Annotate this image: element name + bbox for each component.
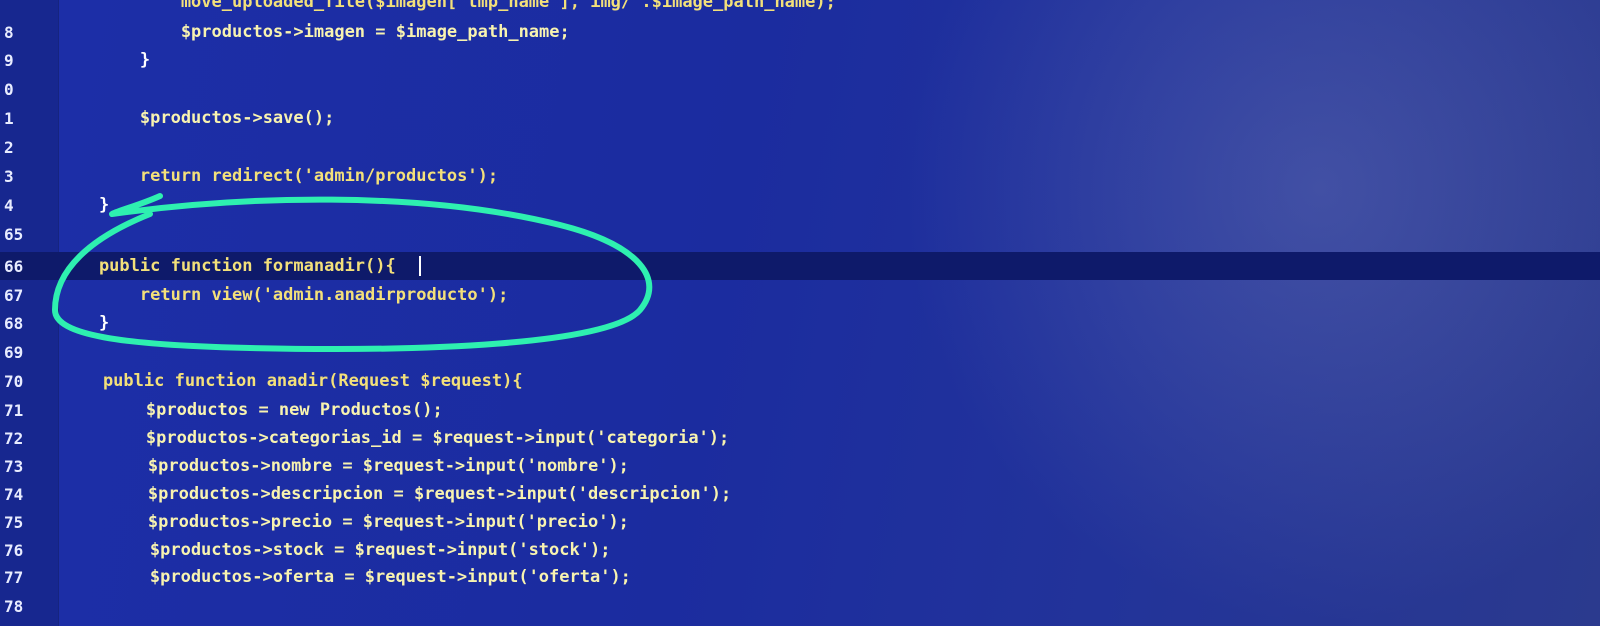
code-line[interactable]: 4 } bbox=[0, 191, 1600, 219]
line-code: } bbox=[58, 195, 110, 215]
line-code: $productos->oferta = $request->input('of… bbox=[68, 567, 631, 587]
code-line[interactable]: 75 $productos->precio = $request->input(… bbox=[0, 508, 1600, 536]
line-number: 70 bbox=[4, 371, 24, 391]
line-number: 77 bbox=[4, 567, 24, 587]
code-line[interactable]: 78 bbox=[0, 592, 1600, 620]
line-number: 9 bbox=[4, 50, 14, 70]
line-code: $productos->nombre = $request->input('no… bbox=[66, 456, 629, 476]
line-number: 78 bbox=[4, 596, 24, 616]
code-line[interactable]: 1 $productos->save(); bbox=[0, 104, 1600, 132]
line-number: 1 bbox=[4, 108, 14, 128]
line-number: 0 bbox=[4, 79, 14, 99]
line-number: 65 bbox=[4, 224, 24, 244]
code-line[interactable]: 3 return redirect('admin/productos'); bbox=[0, 162, 1600, 190]
text-cursor bbox=[419, 256, 421, 276]
line-code: $productos->save(); bbox=[58, 108, 335, 128]
line-number: 4 bbox=[4, 195, 14, 215]
code-line[interactable]: 65 bbox=[0, 220, 1600, 248]
line-code: $productos->stock = $request->input('sto… bbox=[68, 540, 611, 560]
code-line[interactable]: 68 } bbox=[0, 309, 1600, 337]
line-code: $productos->imagen = $image_path_name; bbox=[58, 22, 570, 42]
line-number: 2 bbox=[4, 137, 14, 157]
code-line[interactable]: 77 $productos->oferta = $request->input(… bbox=[0, 563, 1600, 591]
line-number: 71 bbox=[4, 400, 24, 420]
code-editor[interactable]: move_uploaded_file($imagen['tmp_name'],'… bbox=[0, 0, 1600, 626]
code-line[interactable]: 67 return view('admin.anadirproducto'); bbox=[0, 281, 1600, 309]
line-code: $productos->categorias_id = $request->in… bbox=[64, 428, 730, 448]
line-code: public function formanadir(){ bbox=[58, 256, 396, 276]
code-line[interactable]: 71 $productos = new Productos(); bbox=[0, 396, 1600, 424]
line-number: 74 bbox=[4, 484, 24, 504]
code-line[interactable]: 72 $productos->categorias_id = $request-… bbox=[0, 424, 1600, 452]
line-number: 72 bbox=[4, 428, 24, 448]
line-number: 75 bbox=[4, 512, 24, 532]
line-number: 68 bbox=[4, 313, 24, 333]
line-code: } bbox=[58, 50, 151, 70]
code-line[interactable]: 8 $productos->imagen = $image_path_name; bbox=[0, 18, 1600, 46]
line-number: 8 bbox=[4, 22, 14, 42]
code-line[interactable]: 74 $productos->descripcion = $request->i… bbox=[0, 480, 1600, 508]
line-number: 69 bbox=[4, 342, 24, 362]
line-number: 66 bbox=[4, 256, 24, 276]
code-line[interactable]: 2 bbox=[0, 133, 1600, 161]
code-line-current[interactable]: 66 public function formanadir(){ bbox=[0, 252, 1600, 280]
code-line[interactable]: 69 bbox=[0, 338, 1600, 366]
line-code: $productos->descripcion = $request->inpu… bbox=[66, 484, 732, 504]
line-code: $productos->precio = $request->input('pr… bbox=[66, 512, 629, 532]
code-line[interactable]: move_uploaded_file($imagen['tmp_name'],'… bbox=[0, 0, 1600, 16]
line-number: 73 bbox=[4, 456, 24, 476]
line-code: } bbox=[58, 313, 110, 333]
line-code: return redirect('admin/productos'); bbox=[58, 166, 499, 186]
line-code: $productos = new Productos(); bbox=[64, 400, 443, 420]
line-code: return view('admin.anadirproducto'); bbox=[58, 285, 509, 305]
line-code: move_uploaded_file($imagen['tmp_name'],'… bbox=[58, 0, 836, 12]
line-number: 76 bbox=[4, 540, 24, 560]
line-number: 3 bbox=[4, 166, 14, 186]
line-number: 67 bbox=[4, 285, 24, 305]
code-line[interactable]: 70 public function anadir(Request $reque… bbox=[0, 367, 1600, 395]
code-line[interactable]: 73 $productos->nombre = $request->input(… bbox=[0, 452, 1600, 480]
line-code: public function anadir(Request $request)… bbox=[62, 371, 523, 391]
code-line[interactable]: 9 } bbox=[0, 46, 1600, 74]
code-line[interactable]: 0 bbox=[0, 75, 1600, 103]
code-line[interactable]: 76 $productos->stock = $request->input('… bbox=[0, 536, 1600, 564]
